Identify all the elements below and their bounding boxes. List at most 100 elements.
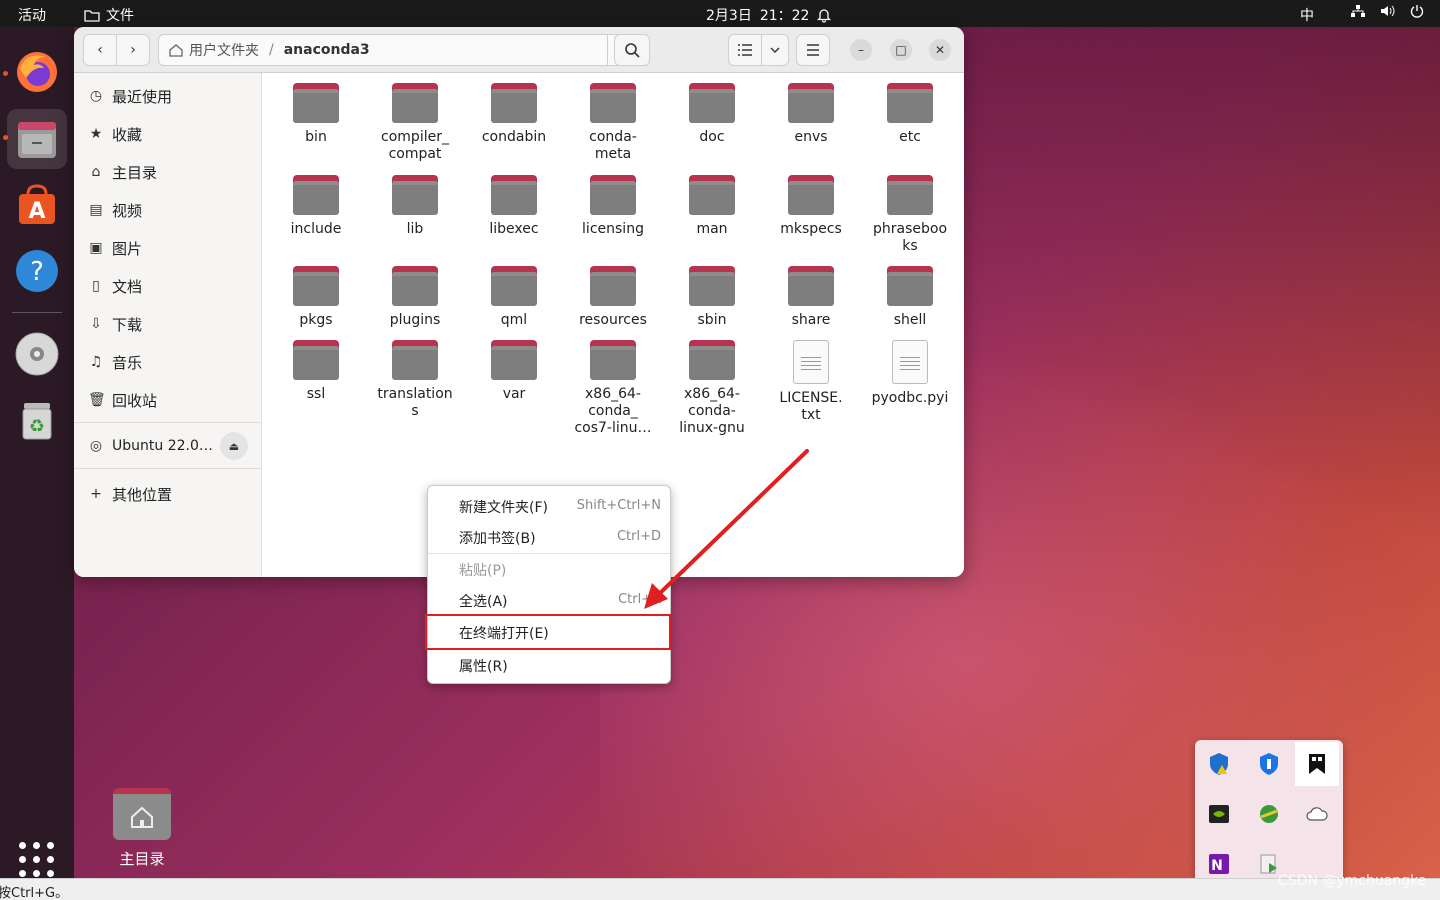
sidebar-item-videos[interactable]: ▤ 视频 xyxy=(88,196,258,224)
eject-button[interactable]: ⏏ xyxy=(220,432,248,460)
main-menu-button[interactable] xyxy=(796,34,830,66)
app-store-icon: A xyxy=(19,184,55,224)
folder-item[interactable]: conda- meta xyxy=(565,83,661,163)
folder-item[interactable]: envs xyxy=(763,83,859,146)
folder-item[interactable]: bin xyxy=(268,83,364,146)
file-name-label: x86_64- conda_ cos7-linu… xyxy=(574,386,652,436)
tray-bookmark-icon[interactable] xyxy=(1295,742,1339,786)
help-launcher[interactable]: ? xyxy=(7,241,67,301)
firefox-icon xyxy=(17,52,57,92)
back-button[interactable]: ‹ xyxy=(83,34,117,66)
folder-item[interactable]: lib xyxy=(367,175,463,238)
input-method-indicator[interactable]: 中 xyxy=(1300,5,1314,25)
activities-button[interactable]: 活动 xyxy=(18,5,46,25)
file-item[interactable]: LICENSE. txt xyxy=(763,340,859,424)
path-bar[interactable]: 用户文件夹 / anaconda3 ⋮ xyxy=(158,34,642,66)
sidebar-item-label: 图片 xyxy=(112,239,143,258)
close-button[interactable]: ✕ xyxy=(929,39,951,61)
sidebar-item-other-locations[interactable]: + 其他位置 xyxy=(88,480,258,508)
top-bar: 活动 文件 2月3日 21：22 中 xyxy=(0,0,1440,27)
sidebar-item-recent[interactable]: ◷ 最近使用 xyxy=(88,82,258,110)
folder-item[interactable]: etc xyxy=(862,83,958,146)
sidebar-item-home[interactable]: ⌂ 主目录 xyxy=(88,158,258,186)
bell-icon xyxy=(817,9,832,23)
menu-item-properties[interactable]: 属性(R) xyxy=(428,650,670,680)
folder-item[interactable]: sbin xyxy=(664,266,760,329)
breadcrumb-home[interactable]: 用户文件夹 xyxy=(159,40,259,60)
menu-item-new-folder[interactable]: 新建文件夹(F) Shift+Ctrl+N xyxy=(428,491,670,521)
sidebar-item-label: 文档 xyxy=(112,277,143,296)
sidebar-item-starred[interactable]: ★ 收藏 xyxy=(88,120,258,148)
sidebar-item-trash[interactable]: 🗑 回收站 xyxy=(88,386,258,414)
file-name-label: share xyxy=(791,312,831,328)
folder-item[interactable]: share xyxy=(763,266,859,329)
tray-globe-icon[interactable] xyxy=(1247,792,1291,836)
tray-defender-icon[interactable] xyxy=(1197,742,1241,786)
folder-item[interactable]: doc xyxy=(664,83,760,146)
folder-item[interactable]: compiler_ compat xyxy=(367,83,463,163)
folder-item[interactable]: x86_64- conda- linux-gnu xyxy=(664,340,760,437)
maximize-button[interactable]: □ xyxy=(890,39,912,61)
folder-icon xyxy=(788,266,834,306)
sidebar-item-music[interactable]: ♫ 音乐 xyxy=(88,348,258,376)
sidebar-item-label: 下载 xyxy=(112,315,143,334)
clock-time: 21：22 xyxy=(759,8,810,24)
dvd-launcher[interactable] xyxy=(7,324,67,384)
folder-item[interactable]: x86_64- conda_ cos7-linu… xyxy=(565,340,661,437)
tray-cloud-icon[interactable] xyxy=(1295,792,1339,836)
folder-item[interactable]: resources xyxy=(565,266,661,329)
file-name-label: conda- meta xyxy=(589,129,637,162)
image-icon: ▣ xyxy=(89,240,103,256)
desktop-home-icon[interactable]: 主目录 xyxy=(110,788,174,869)
sidebar-item-label: 回收站 xyxy=(112,391,158,410)
view-list-button[interactable] xyxy=(728,34,762,66)
search-button[interactable] xyxy=(614,34,650,66)
folder-item[interactable]: plugins xyxy=(367,266,463,329)
show-apps-button[interactable] xyxy=(19,842,55,878)
clock-icon: ◷ xyxy=(89,88,103,104)
trash-launcher[interactable]: ♻ xyxy=(7,390,67,450)
folder-item[interactable]: ssl xyxy=(268,340,364,403)
folder-item[interactable]: var xyxy=(466,340,562,403)
desktop-home-label: 主目录 xyxy=(119,850,165,868)
view-options-button[interactable] xyxy=(761,34,789,66)
folder-item[interactable]: man xyxy=(664,175,760,238)
folder-icon xyxy=(491,83,537,123)
folder-icon xyxy=(887,175,933,215)
system-tray[interactable] xyxy=(1350,4,1424,18)
folder-item[interactable]: qml xyxy=(466,266,562,329)
folder-item[interactable]: libexec xyxy=(466,175,562,238)
clock[interactable]: 2月3日 21：22 xyxy=(706,5,832,25)
folder-item[interactable]: include xyxy=(268,175,364,238)
download-icon: ⇩ xyxy=(90,316,102,332)
forward-button[interactable]: › xyxy=(116,34,150,66)
menu-item-shortcut: Ctrl+D xyxy=(616,529,661,544)
folder-item[interactable]: mkspecs xyxy=(763,175,859,238)
home-icon xyxy=(169,44,183,57)
minimize-button[interactable]: – xyxy=(850,39,872,61)
folder-item[interactable]: shell xyxy=(862,266,958,329)
folder-item[interactable]: pkgs xyxy=(268,266,364,329)
menu-item-select-all[interactable]: 全选(A) Ctrl+A xyxy=(428,585,670,615)
tray-nvidia-icon[interactable] xyxy=(1197,792,1241,836)
sidebar-item-documents[interactable]: ▯ 文档 xyxy=(88,272,258,300)
files-launcher[interactable] xyxy=(7,109,67,169)
folder-item[interactable]: condabin xyxy=(466,83,562,146)
sidebar-item-downloads[interactable]: ⇩ 下载 xyxy=(88,310,258,338)
music-icon: ♫ xyxy=(89,354,103,370)
breadcrumb-current[interactable]: anaconda3 xyxy=(284,42,370,58)
menu-item-add-bookmark[interactable]: 添加书签(B) Ctrl+D xyxy=(428,522,670,552)
menu-item-shortcut: Shift+Ctrl+N xyxy=(576,498,661,513)
file-item[interactable]: pyodbc.pyi xyxy=(862,340,958,407)
firefox-launcher[interactable] xyxy=(7,42,67,102)
folder-item[interactable]: phraseboo ks xyxy=(862,175,958,255)
menu-item-label: 粘贴(P) xyxy=(459,563,507,579)
tray-security-icon[interactable] xyxy=(1247,742,1291,786)
folder-item[interactable]: licensing xyxy=(565,175,661,238)
app-menu[interactable]: 文件 xyxy=(84,5,134,25)
watermark: CSDN @ymchuangke xyxy=(1278,873,1427,889)
app-center-launcher[interactable]: A xyxy=(7,175,67,235)
sidebar-item-pictures[interactable]: ▣ 图片 xyxy=(88,234,258,262)
home-folder-icon xyxy=(113,788,171,840)
folder-item[interactable]: translation s xyxy=(367,340,463,420)
